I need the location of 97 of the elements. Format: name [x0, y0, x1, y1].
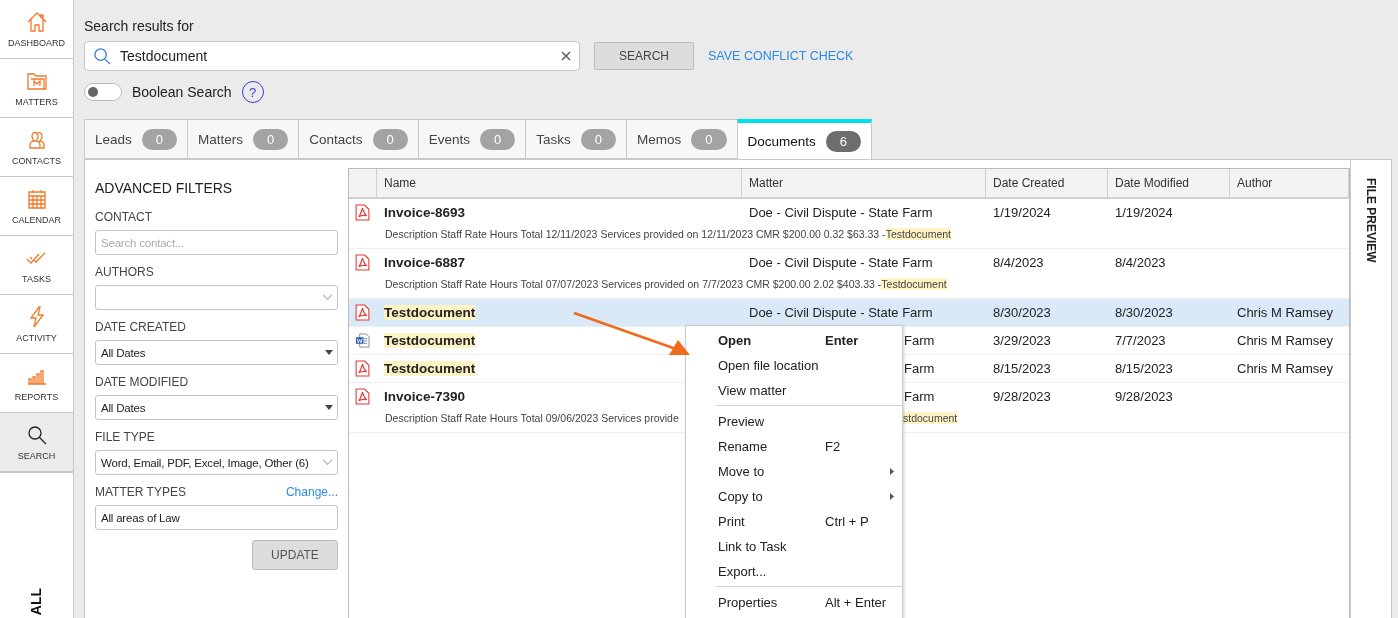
nav-item[interactable]: CALENDAR: [0, 177, 73, 236]
date-cell: 8/4/2023: [1115, 255, 1166, 270]
nav-item[interactable]: REPORTS: [0, 354, 73, 413]
match-highlight: Testdocument: [881, 278, 947, 290]
search-field[interactable]: Testdocument: [84, 41, 580, 71]
date-cell: 3/29/2023: [993, 333, 1051, 348]
chevron-icon: [322, 294, 333, 301]
pdf-file-icon: [355, 204, 370, 221]
filter-field[interactable]: All areas of Law: [95, 505, 338, 530]
clear-icon[interactable]: [561, 51, 571, 61]
matter-cell: Farm: [904, 389, 935, 404]
pdf-file-icon: [355, 360, 370, 377]
author-cell: Chris M Ramsey: [1237, 333, 1334, 348]
menu-item[interactable]: Open Enter: [686, 328, 902, 353]
date-cell: 9/28/2023: [1115, 389, 1173, 404]
date-cell: 7/7/2023: [1115, 333, 1166, 348]
search-icon: [93, 46, 112, 66]
pdf-file-icon: [355, 388, 370, 405]
document-excerpt: Description Staff Rate Hours Total 12/11/2023 Services provided on 12/11/2023 CMR $200.00 0.32 $63.33 -: [385, 228, 886, 240]
submenu-arrow-icon: [890, 493, 894, 500]
search-heading: Search results for: [84, 18, 195, 34]
menu-item[interactable]: Print Ctrl + P: [686, 509, 902, 534]
author-cell: Chris M Ramsey: [1237, 305, 1334, 320]
tab[interactable]: Tasks 0: [525, 119, 627, 159]
matter-cell: Doe - Civil Dispute - State Farm: [749, 205, 933, 220]
document-excerpt: Description Staff Rate Hours Total 09/06/2023 Services provide: [385, 412, 679, 424]
menu-item[interactable]: Rename F2: [686, 434, 902, 459]
tab[interactable]: Matters 0: [187, 119, 299, 159]
column-header[interactable]: Date Modified: [1108, 169, 1230, 197]
tab[interactable]: Contacts 0: [298, 119, 418, 159]
date-cell: 8/15/2023: [993, 361, 1051, 376]
column-header[interactable]: Date Created: [986, 169, 1108, 197]
file-preview-tab[interactable]: FILE PREVIEW: [1350, 160, 1391, 618]
tab[interactable]: Memos 0: [626, 119, 737, 159]
nav-item[interactable]: CONTACTS: [0, 118, 73, 177]
menu-item[interactable]: View matter: [686, 378, 902, 403]
date-cell: 1/19/2024: [993, 205, 1051, 220]
menu-item[interactable]: Preview: [686, 409, 902, 434]
menu-item[interactable]: Move to: [686, 459, 902, 484]
filters-title: ADVANCED FILTERS: [95, 180, 234, 196]
filter-label: FILE TYPE: [95, 430, 155, 444]
filter-dropdown[interactable]: Word, Email, PDF, Excel, Image, Other (6): [95, 450, 338, 475]
matter-cell: Doe - Civil Dispute - State Farm: [749, 255, 933, 270]
word-file-icon: [355, 332, 370, 349]
nav-item[interactable]: ACTIVITY: [0, 295, 73, 354]
submenu-arrow-icon: [890, 468, 894, 475]
caret-icon: [325, 405, 333, 410]
document-name[interactable]: Invoice-8693: [384, 205, 466, 220]
match-highlight: stdocument: [903, 412, 958, 424]
tab[interactable]: Leads 0: [84, 119, 188, 159]
matter-cell: Farm: [904, 333, 935, 348]
nav-item[interactable]: MATTERS: [0, 59, 73, 118]
filter-label: DATE MODIFIED: [95, 375, 189, 389]
menu-item[interactable]: Properties Alt + Enter: [686, 590, 902, 615]
menu-item[interactable]: Export...: [686, 559, 902, 584]
pdf-file-icon: [355, 304, 370, 321]
tab[interactable]: Events 0: [417, 119, 526, 159]
filter-dropdown[interactable]: All Dates: [95, 340, 338, 365]
chevron-icon: [322, 459, 333, 466]
nav-item[interactable]: DASHBOARD: [0, 0, 73, 59]
caret-icon: [325, 350, 333, 355]
pdf-file-icon: [355, 254, 370, 271]
document-name[interactable]: Testdocument: [384, 361, 476, 376]
author-cell: Chris M Ramsey: [1237, 361, 1334, 376]
column-header[interactable]: Author: [1230, 169, 1349, 197]
date-cell: 8/30/2023: [993, 305, 1051, 320]
menu-item[interactable]: Link to Task: [686, 534, 902, 559]
matter-cell: Farm: [904, 361, 935, 376]
date-cell: 8/4/2023: [993, 255, 1044, 270]
search-button[interactable]: SEARCH: [594, 42, 694, 70]
nav-item[interactable]: TASKS: [0, 236, 73, 295]
filter-label: AUTHORS: [95, 265, 154, 279]
change-link[interactable]: Change...: [285, 485, 338, 499]
date-cell: 9/28/2023: [993, 389, 1051, 404]
document-name[interactable]: Testdocument: [384, 333, 476, 348]
document-name[interactable]: Invoice-7390: [384, 389, 466, 404]
filter-label: DATE CREATED: [95, 320, 186, 334]
menu-item[interactable]: Copy to: [686, 484, 902, 509]
column-header[interactable]: Matter: [742, 169, 986, 197]
match-highlight: Testdocument: [885, 228, 951, 240]
document-excerpt: Description Staff Rate Hours Total 07/07/2023 Services provided on 7/7/2023 CMR $200.00 2.02 $403.33 -: [385, 278, 882, 290]
update-button[interactable]: UPDATE: [252, 540, 338, 570]
boolean-toggle[interactable]: [84, 83, 122, 101]
document-name[interactable]: Invoice-6887: [384, 255, 466, 270]
boolean-search-label: Boolean Search: [132, 84, 232, 100]
column-header[interactable]: Name: [377, 169, 742, 197]
tab[interactable]: Documents 6: [736, 119, 873, 159]
menu-item[interactable]: Open file location: [686, 353, 902, 378]
filter-dropdown[interactable]: All Dates: [95, 395, 338, 420]
sidebar-label: ALL: [28, 587, 44, 615]
date-cell: 8/30/2023: [1115, 305, 1173, 320]
date-cell: 8/15/2023: [1115, 361, 1173, 376]
matter-cell: Doe - Civil Dispute - State Farm: [749, 305, 933, 320]
filter-label: MATTER TYPES: [95, 485, 186, 499]
date-cell: 1/19/2024: [1115, 205, 1173, 220]
document-name[interactable]: Testdocument: [384, 305, 476, 320]
filter-label: CONTACT: [95, 210, 153, 224]
